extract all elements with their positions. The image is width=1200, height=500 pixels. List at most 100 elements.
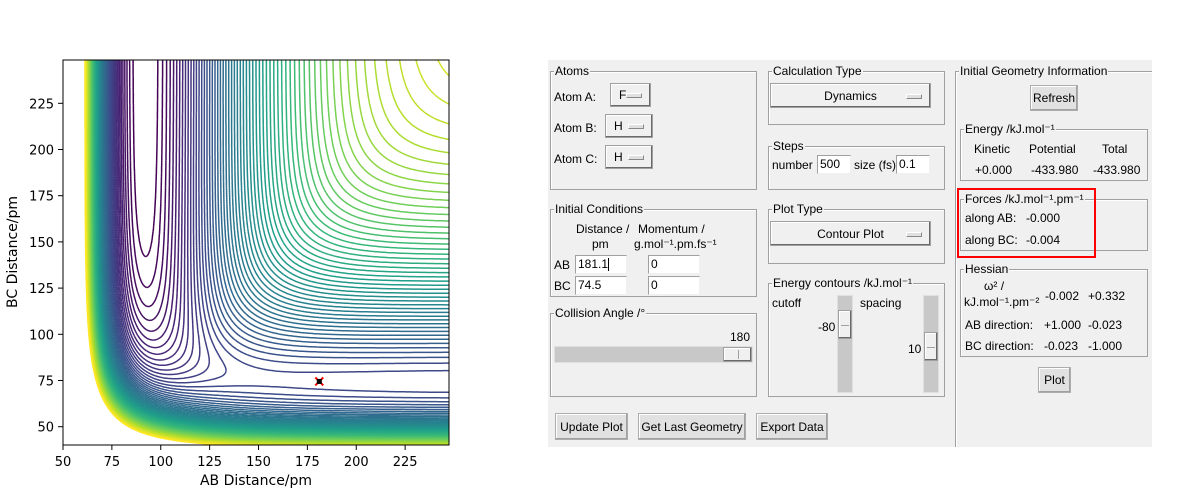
distance-units: pm — [592, 237, 609, 251]
x-tick-label: 100 — [148, 455, 173, 470]
hessian-title: Hessian — [964, 262, 1010, 276]
dropdown-indicator-icon — [626, 93, 642, 98]
steps-number-label: number — [772, 158, 813, 172]
cutoff-label: cutoff — [772, 296, 802, 310]
y-tick-label: 100 — [29, 328, 54, 343]
energy-contours-title: Energy contours /kJ.mol⁻¹ — [772, 276, 914, 290]
potential-header: Potential — [1029, 142, 1076, 156]
distance-header: Distance / — [576, 222, 630, 236]
get-last-geometry-button[interactable]: Get Last Geometry — [638, 413, 746, 440]
x-tick-label: 175 — [295, 455, 320, 470]
atoms-title: Atoms — [554, 64, 591, 78]
total-header: Total — [1102, 142, 1128, 156]
spacing-slider-thumb[interactable] — [924, 332, 938, 361]
step-size-label: size (fs) — [854, 158, 896, 172]
cutoff-slider[interactable] — [837, 295, 853, 393]
bc-direction-label: BC direction: — [965, 339, 1034, 353]
atom-a-select[interactable]: F — [610, 83, 651, 107]
calculation-type-value: Dynamics — [824, 88, 877, 103]
bc-momentum-input[interactable]: 0 — [648, 276, 700, 295]
dropdown-indicator-icon — [628, 124, 644, 129]
y-tick-label: 75 — [37, 375, 54, 390]
text-cursor — [608, 258, 610, 272]
eigenvalue-1: -0.002 — [1045, 289, 1080, 303]
spacing-label: spacing — [860, 296, 902, 310]
dropdown-indicator-icon — [628, 155, 644, 160]
ab-distance-value: 181.1 — [578, 257, 609, 271]
total-value: -433.980 — [1093, 163, 1141, 177]
y-tick-label: 50 — [37, 421, 54, 436]
potential-value: -433.980 — [1031, 163, 1079, 177]
collision-angle-slider-thumb[interactable] — [723, 347, 752, 362]
atom-c-select[interactable]: H — [605, 145, 653, 169]
ab-distance-input[interactable]: 181.1 — [575, 255, 627, 274]
spacing-slider[interactable] — [923, 295, 939, 393]
x-axis-label: AB Distance/pm — [200, 473, 312, 489]
kinetic-value: +0.000 — [975, 163, 1013, 177]
step-size-input[interactable]: 0.1 — [896, 155, 930, 174]
y-tick-label: 125 — [29, 282, 54, 297]
force-bc-label: along BC: — [965, 233, 1018, 247]
refresh-button[interactable]: Refresh — [1030, 85, 1078, 111]
collision-angle-title: Collision Angle /° — [554, 306, 647, 320]
ab-direction-1: +1.000 — [1044, 318, 1082, 332]
x-tick-label: 125 — [197, 455, 222, 470]
bc-direction-1: -0.023 — [1044, 339, 1079, 353]
spacing-value: 10 — [908, 342, 922, 356]
omega-header: ω² / — [984, 279, 1005, 293]
x-tick-label: 75 — [104, 455, 121, 470]
ab-direction-label: AB direction: — [965, 318, 1034, 332]
y-tick-label: 150 — [29, 236, 54, 251]
atom-b-label: Atom B: — [554, 121, 597, 135]
momentum-header: Momentum / — [638, 222, 705, 236]
atom-b-select[interactable]: H — [605, 114, 653, 138]
export-data-button[interactable]: Export Data — [756, 413, 828, 440]
y-tick-label: 225 — [29, 97, 54, 112]
steps-number-input[interactable]: 500 — [817, 155, 851, 174]
x-tick-label: 150 — [246, 455, 271, 470]
atom-c-value: H — [614, 150, 623, 164]
kinetic-header: Kinetic — [974, 142, 1011, 156]
atom-a-label: Atom A: — [554, 90, 597, 104]
x-tick-label: 225 — [393, 455, 418, 470]
steps-title: Steps — [772, 139, 805, 153]
collision-angle-value: 180 — [730, 330, 751, 344]
control-panel: Atoms Atom A: F Atom B: H Atom C: H Calc… — [548, 60, 1152, 447]
y-tick-label: 175 — [29, 190, 54, 205]
contour-plot: 50 75 100 125 150 175 200 225 50 75 100 125 150 175 20… — [5, 59, 450, 489]
bc-direction-2: -1.000 — [1088, 339, 1123, 353]
force-ab-label: along AB: — [965, 211, 1017, 225]
ab-momentum-input[interactable]: 0 — [648, 255, 700, 274]
plot-type-value: Contour Plot — [817, 226, 884, 241]
dropdown-indicator-icon — [906, 93, 922, 99]
omega-units: kJ.mol⁻¹.pm⁻² — [964, 295, 1040, 309]
ab-label: AB — [554, 258, 571, 272]
calculation-type-select[interactable]: Dynamics — [770, 83, 931, 108]
y-tick-label: 200 — [29, 144, 54, 159]
dropdown-indicator-icon — [906, 231, 922, 237]
y-axis-label: BC Distance/pm — [5, 196, 21, 308]
cutoff-value: -80 — [818, 320, 836, 334]
plot-hessian-button[interactable]: Plot — [1038, 367, 1071, 393]
x-tick-label: 200 — [344, 455, 369, 470]
x-tick-label: 50 — [55, 455, 72, 470]
plot-type-title: Plot Type — [772, 202, 824, 216]
atom-c-label: Atom C: — [554, 152, 598, 166]
marker-center — [316, 378, 322, 384]
eigenvalue-2: +0.332 — [1088, 289, 1126, 303]
atom-b-value: H — [614, 119, 623, 133]
energy-title: Energy /kJ.mol⁻¹ — [964, 122, 1056, 136]
bc-label: BC — [554, 279, 571, 293]
momentum-units: g.mol⁻¹.pm.fs⁻¹ — [634, 237, 717, 251]
force-bc-value: -0.004 — [1026, 233, 1061, 247]
force-ab-value: -0.000 — [1026, 211, 1061, 225]
ab-direction-2: -0.023 — [1088, 318, 1123, 332]
initial-conditions-title: Initial Conditions — [554, 202, 645, 216]
bc-distance-input[interactable]: 74.5 — [575, 276, 627, 295]
calculation-type-title: Calculation Type — [772, 64, 863, 78]
update-plot-button[interactable]: Update Plot — [555, 413, 628, 440]
initial-geometry-title: Initial Geometry Information — [959, 64, 1109, 78]
cutoff-slider-thumb[interactable] — [838, 310, 852, 339]
collision-angle-slider[interactable] — [554, 346, 753, 363]
plot-type-select[interactable]: Contour Plot — [770, 221, 931, 246]
